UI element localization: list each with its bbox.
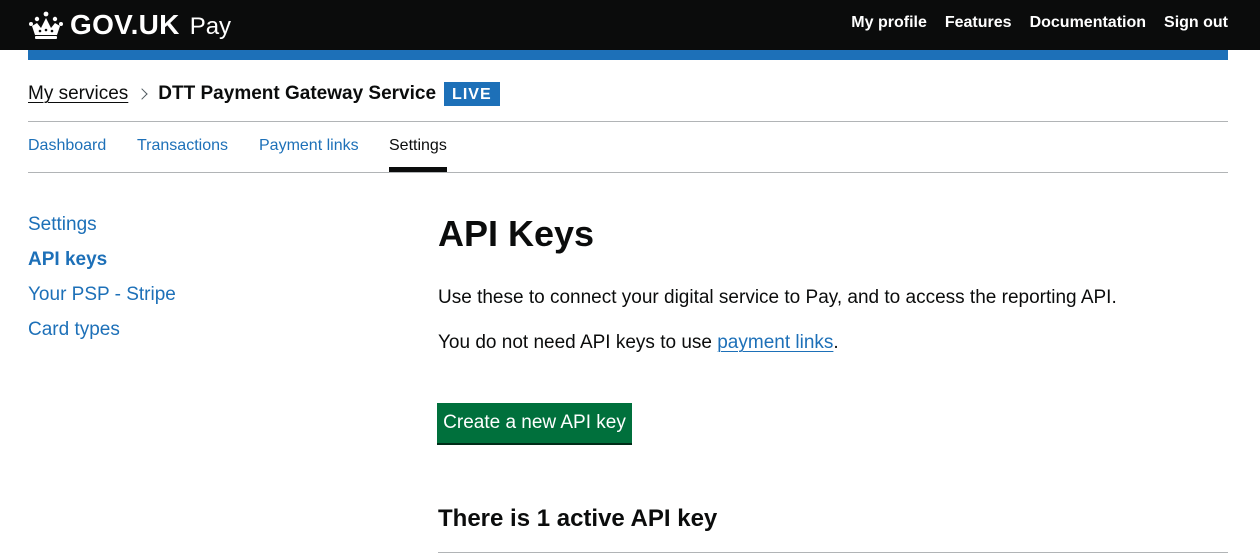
nav-sign-out[interactable]: Sign out — [1164, 14, 1228, 32]
breadcrumb: My services DTT Payment Gateway Service … — [28, 81, 500, 107]
payment-links-note: You do not need API keys to use payment … — [438, 330, 839, 355]
side-nav-settings[interactable]: Settings — [28, 214, 97, 236]
create-api-key-button[interactable]: Create a new API key — [437, 403, 632, 443]
site-header: GOV.UK Pay My profile Features Documenta… — [0, 0, 1260, 50]
header-blue-bar — [28, 50, 1228, 60]
nav-documentation[interactable]: Documentation — [1030, 14, 1146, 32]
side-nav-api-keys[interactable]: API keys — [28, 249, 107, 271]
tab-transactions[interactable]: Transactions — [137, 137, 228, 155]
header-nav: My profile Features Documentation Sign o… — [833, 14, 1228, 32]
note-prefix: You do not need API keys to use — [438, 332, 718, 353]
breadcrumb-my-services[interactable]: My services — [28, 83, 128, 105]
service-tabs: Dashboard Transactions Payment links Set… — [28, 122, 1228, 172]
service-name: DTT Payment Gateway Service — [158, 83, 437, 104]
tab-settings[interactable]: Settings — [389, 137, 447, 155]
govuk-logo-link[interactable]: GOV.UK Pay — [28, 9, 231, 41]
tab-payment-links[interactable]: Payment links — [259, 137, 359, 155]
chevron-right-icon — [136, 88, 148, 100]
header-container: GOV.UK Pay My profile Features Documenta… — [28, 0, 1228, 50]
tab-dashboard[interactable]: Dashboard — [28, 137, 106, 155]
govuk-logo-text: GOV.UK — [70, 9, 180, 40]
side-nav-your-psp-stripe[interactable]: Your PSP - Stripe — [28, 284, 176, 306]
crown-icon — [29, 11, 63, 39]
nav-features[interactable]: Features — [945, 14, 1012, 32]
side-nav-card-types[interactable]: Card types — [28, 319, 120, 341]
active-keys-heading: There is 1 active API key — [438, 505, 718, 532]
live-status-tag: LIVE — [444, 82, 500, 106]
keys-list-divider — [438, 552, 1228, 553]
tabs-divider — [28, 172, 1228, 173]
note-suffix: . — [833, 332, 839, 353]
product-name: Pay — [189, 13, 232, 40]
payment-links-link[interactable]: payment links — [717, 332, 833, 353]
page-title: API Keys — [438, 213, 595, 254]
nav-my-profile[interactable]: My profile — [851, 14, 927, 32]
intro-text: Use these to connect your digital servic… — [438, 287, 1117, 308]
